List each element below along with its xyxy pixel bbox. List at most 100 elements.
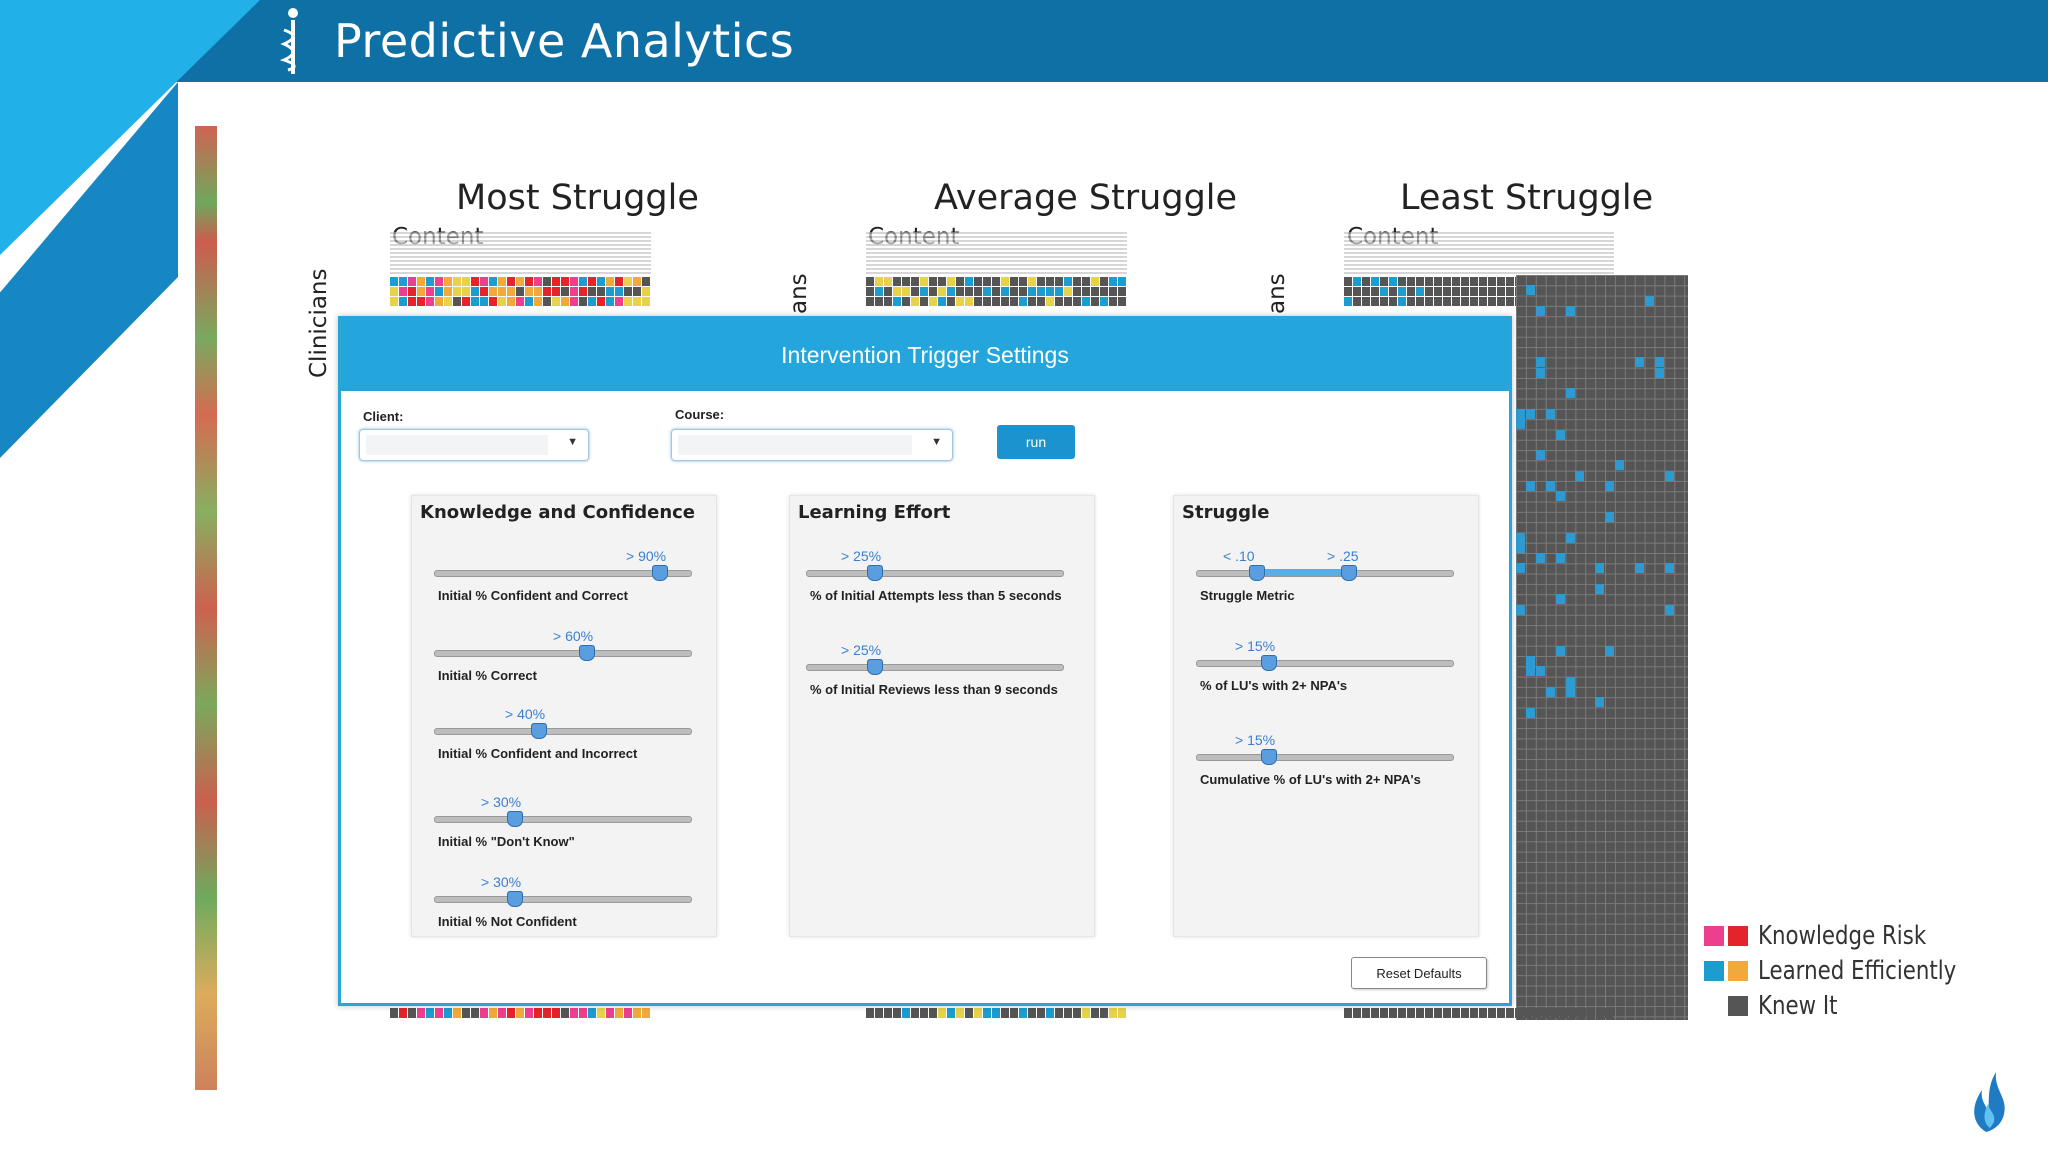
intervention-trigger-dialog: Intervention Trigger Settings Client: ▼ … — [338, 316, 1512, 1006]
slider-handle[interactable] — [1261, 655, 1277, 671]
slider-label: Cumulative % of LU's with 2+ NPA's — [1200, 772, 1421, 787]
section-title-most-struggle: Most Struggle — [456, 178, 699, 218]
legend-label: Knew It — [1758, 990, 1838, 1021]
heatmap-most-struggle — [390, 277, 651, 307]
heatmap-least-struggle-extended — [1516, 275, 1688, 1020]
legend-label: Knowledge Risk — [1758, 920, 1927, 951]
course-select[interactable]: ▼ — [671, 429, 953, 461]
slider-track[interactable] — [434, 896, 692, 903]
slider-track[interactable] — [434, 650, 692, 657]
heatmap-column-headers — [390, 232, 651, 276]
slider-handle[interactable] — [867, 659, 883, 675]
legend-label: Learned Efficiently — [1758, 955, 1957, 986]
slider-value-label: > 25% — [841, 548, 882, 564]
slider-1-0[interactable]: > 25% % of Initial Attempts less than 5 s… — [806, 548, 1064, 608]
dialog-title: Intervention Trigger Settings — [341, 319, 1509, 391]
slider-0-2[interactable]: > 40% Initial % Confident and Incorrect — [434, 706, 692, 766]
slider-track[interactable] — [1196, 754, 1454, 761]
legend-swatch — [1728, 995, 1748, 1016]
decorative-triangle-light — [0, 0, 260, 255]
slider-handle[interactable] — [652, 565, 668, 581]
slider-value-label: > 60% — [553, 628, 594, 644]
slider-1-1[interactable]: > 25% % of Initial Reviews less than 9 se… — [806, 642, 1064, 702]
slider-value-label: > 30% — [481, 794, 522, 810]
legend-item: Knowledge Risk — [1704, 918, 2000, 953]
slider-track[interactable] — [806, 664, 1064, 671]
slider-value-label: > 15% — [1235, 638, 1276, 654]
legend-swatch — [1728, 925, 1748, 946]
slider-label: Initial % Confident and Incorrect — [438, 746, 638, 761]
legend-item: Learned Efficiently — [1704, 953, 2000, 988]
section-title-average-struggle: Average Struggle — [934, 178, 1238, 218]
slider-value-label: > 90% — [626, 548, 667, 564]
run-button[interactable]: run — [997, 425, 1075, 459]
slider-0-4[interactable]: > 30% Initial % Not Confident — [434, 874, 692, 934]
slider-label: % of LU's with 2+ NPA's — [1200, 678, 1348, 693]
chevron-down-icon: ▼ — [931, 436, 942, 448]
knowledge-confidence-card: Knowledge and Confidence > 90% Initial % … — [411, 495, 717, 937]
slider-handle[interactable] — [507, 811, 523, 827]
page-title: Predictive Analytics — [334, 14, 795, 68]
card-title: Learning Effort — [798, 502, 951, 523]
legend-swatch — [1704, 960, 1724, 981]
heatmap-overview-strip — [195, 126, 217, 1090]
slider-label: % of Initial Reviews less than 9 seconds — [810, 682, 1058, 697]
heatmap-bottom-row — [866, 1008, 1127, 1019]
slider-label: % of Initial Attempts less than 5 second… — [810, 588, 1062, 603]
slider-handle[interactable] — [1261, 749, 1277, 765]
slider-track[interactable] — [434, 728, 692, 735]
slider-value-label-upper: > .25 — [1327, 548, 1359, 564]
slider-value-label: > 40% — [505, 706, 546, 722]
clinicians-axis-label: ans — [1264, 273, 1290, 314]
slider-handle-upper[interactable] — [1341, 565, 1357, 581]
slider-handle[interactable] — [579, 645, 595, 661]
slider-value-label: > 25% — [841, 642, 882, 658]
slider-handle[interactable] — [1249, 565, 1265, 581]
slider-handle[interactable] — [867, 565, 883, 581]
slider-label: Initial % Not Confident — [438, 914, 577, 929]
slider-track[interactable] — [1196, 660, 1454, 667]
slider-0-1[interactable]: > 60% Initial % Correct — [434, 628, 692, 688]
legend-swatch — [1728, 960, 1748, 981]
slider-label: Struggle Metric — [1200, 588, 1295, 603]
slider-track[interactable] — [434, 816, 692, 823]
course-label: Course: — [675, 407, 725, 422]
slider-value-label: > 15% — [1235, 732, 1276, 748]
slider-label: Initial % Confident and Correct — [438, 588, 628, 603]
legend-item: Knew It — [1704, 988, 2000, 1023]
slider-range-fill — [1256, 569, 1348, 576]
slider-0-3[interactable]: > 30% Initial % "Don't Know" — [434, 794, 692, 854]
client-select[interactable]: ▼ — [359, 429, 589, 461]
legend-swatch — [1704, 925, 1724, 946]
slider-label: Initial % "Don't Know" — [438, 834, 575, 849]
heatmap-average-struggle — [866, 277, 1127, 307]
card-title: Knowledge and Confidence — [420, 502, 696, 523]
slider-handle[interactable] — [507, 891, 523, 907]
slider-2-1[interactable]: > 15% % of LU's with 2+ NPA's — [1196, 638, 1454, 698]
chevron-down-icon: ▼ — [567, 436, 578, 448]
slider-2-0[interactable]: < .10 > .25 Struggle Metric — [1196, 548, 1454, 608]
slider-2-2[interactable]: > 15% Cumulative % of LU's with 2+ NPA's — [1196, 732, 1454, 792]
slider-label: Initial % Correct — [438, 668, 537, 683]
header-bar — [0, 0, 2048, 82]
slider-0-0[interactable]: > 90% Initial % Confident and Correct — [434, 548, 692, 608]
heatmap-column-headers — [1344, 232, 1614, 276]
client-label: Client: — [363, 409, 404, 424]
card-title: Struggle — [1182, 502, 1270, 523]
clinicians-axis-label: ans — [786, 273, 812, 314]
slider-track[interactable] — [806, 570, 1064, 577]
struggle-card: Struggle < .10 > .25 Struggle Metric > 15%%… — [1173, 495, 1479, 937]
section-title-least-struggle: Least Struggle — [1400, 178, 1654, 218]
heatmap-column-headers — [866, 232, 1127, 276]
caduceus-icon — [280, 8, 298, 74]
slider-value-label: > 30% — [481, 874, 522, 890]
heatmap-bottom-row — [1344, 1008, 1614, 1019]
heatmap-bottom-row — [390, 1008, 651, 1019]
slider-handle[interactable] — [531, 723, 547, 739]
reset-defaults-button[interactable]: Reset Defaults — [1351, 957, 1487, 989]
client-select-value — [366, 435, 548, 455]
slider-value-label: < .10 — [1223, 548, 1255, 564]
learning-effort-card: Learning Effort > 25% % of Initial Attemp… — [789, 495, 1095, 937]
course-select-value — [678, 435, 912, 455]
legend: Knowledge Risk Learned Efficiently Knew It — [1704, 918, 2000, 1023]
